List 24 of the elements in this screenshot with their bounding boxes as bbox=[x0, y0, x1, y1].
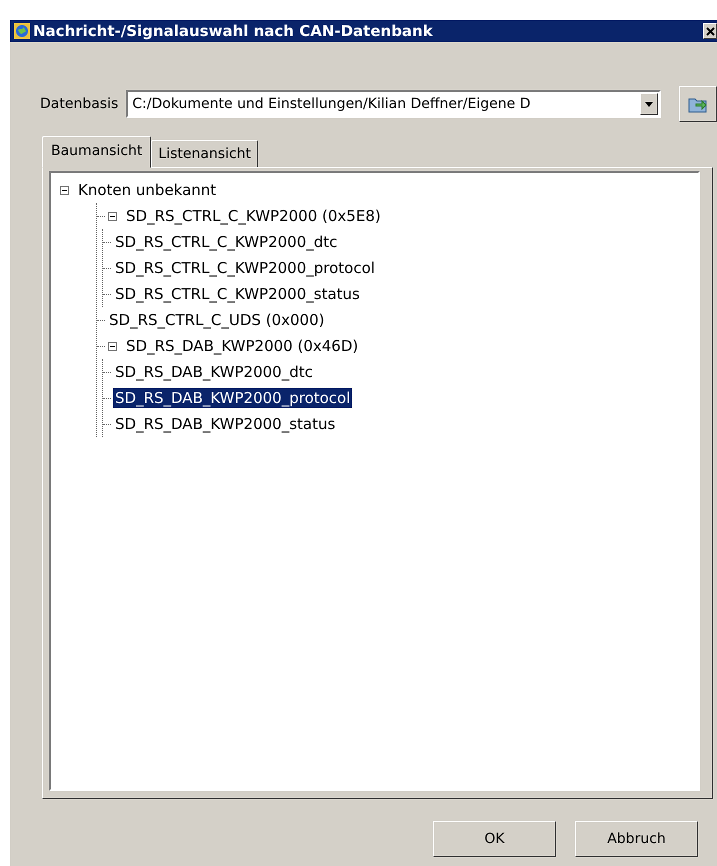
dialog-button[interactable]: OK bbox=[433, 821, 556, 857]
database-dropdown[interactable]: C:/Dokumente und Einstellungen/Kilian Deffner/Eigene D bbox=[126, 90, 662, 118]
close-icon bbox=[706, 26, 714, 36]
tree-item[interactable]: SD_RS_DAB_KWP2000_dtc bbox=[113, 362, 315, 382]
tree-item[interactable]: SD_RS_CTRL_C_KWP2000_status bbox=[113, 284, 362, 304]
dialog-button[interactable]: Abbruch bbox=[575, 821, 698, 857]
field-label: Datenbasis bbox=[40, 96, 118, 112]
collapse-icon[interactable] bbox=[59, 184, 70, 196]
globe-icon bbox=[14, 23, 30, 39]
window-title: Nachricht-/Signalauswahl nach CAN-Datenbank bbox=[33, 22, 434, 40]
tree-item[interactable]: SD_RS_CTRL_C_KWP2000 (0x5E8) bbox=[124, 206, 383, 226]
tree-item[interactable]: Knoten unbekannt bbox=[76, 180, 218, 200]
tab[interactable]: Listenansicht bbox=[151, 140, 258, 168]
open-folder-button[interactable] bbox=[679, 86, 717, 122]
tree-item[interactable]: SD_RS_CTRL_C_UDS (0x000) bbox=[107, 310, 326, 330]
tree-item[interactable]: SD_RS_CTRL_C_KWP2000_dtc bbox=[113, 232, 340, 252]
tree-item[interactable]: SD_RS_DAB_KWP2000_status bbox=[113, 414, 338, 434]
tree-item[interactable]: SD_RS_CTRL_C_KWP2000_protocol bbox=[113, 258, 377, 278]
collapse-icon[interactable] bbox=[107, 340, 118, 352]
collapse-icon[interactable] bbox=[107, 210, 118, 222]
tab[interactable]: Baumansicht bbox=[42, 136, 152, 168]
tree-item[interactable]: SD_RS_DAB_KWP2000_protocol bbox=[113, 388, 352, 408]
close-button[interactable] bbox=[703, 23, 717, 39]
tree-item[interactable]: SD_RS_DAB_KWP2000 (0x46D) bbox=[124, 336, 360, 356]
